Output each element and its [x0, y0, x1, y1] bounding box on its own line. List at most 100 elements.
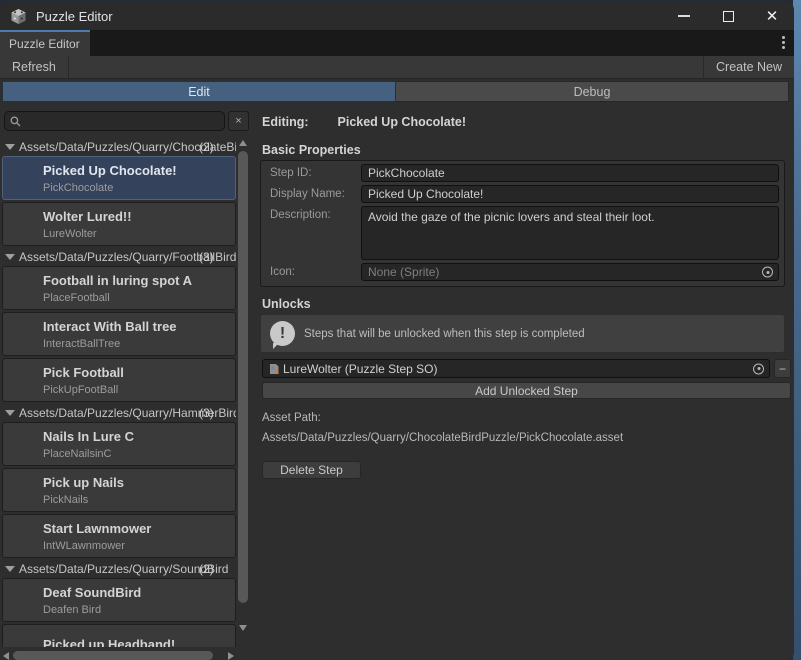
unlocked-step-object-field[interactable]: LureWolter (Puzzle Step SO): [262, 359, 770, 378]
step-item-title: Pick Football: [43, 365, 235, 380]
asset-group-header[interactable]: Assets/Data/Puzzles/Quarry/HammerBird (3…: [2, 404, 236, 421]
unlocks-help-text: Steps that will be unlocked when this st…: [304, 328, 585, 340]
description-input[interactable]: [361, 206, 779, 260]
refresh-label: Refresh: [12, 60, 56, 74]
unlocks-title: Unlocks: [262, 297, 311, 311]
step-id-input[interactable]: [361, 164, 779, 182]
puzzle-step-item[interactable]: Nails In Lure C PlaceNailsinC: [2, 422, 236, 466]
puzzle-step-item[interactable]: Interact With Ball tree InteractBallTree: [2, 312, 236, 356]
scroll-down-icon[interactable]: [239, 625, 247, 631]
add-unlocked-step-label: Add Unlocked Step: [475, 384, 578, 398]
step-item-title: Deaf SoundBird: [43, 585, 235, 600]
step-item-id: PickNails: [43, 494, 235, 506]
icon-object-value: None (Sprite): [368, 265, 439, 279]
scroll-up-icon[interactable]: [239, 140, 247, 146]
info-bubble-icon: !: [270, 321, 295, 346]
basic-properties-title: Basic Properties: [262, 143, 361, 157]
scroll-right-icon[interactable]: [228, 652, 234, 660]
unlocked-step-name: LureWolter (Puzzle Step SO): [283, 362, 438, 376]
object-picker-icon[interactable]: [762, 267, 773, 278]
refresh-button[interactable]: Refresh: [0, 56, 69, 78]
debug-tab-label: Debug: [574, 85, 611, 99]
editing-label: Editing:: [262, 115, 309, 129]
asset-group-header[interactable]: Assets/Data/Puzzles/Quarry/ChocolateBird…: [2, 138, 236, 155]
step-item-title: Interact With Ball tree: [43, 319, 235, 334]
asset-group: Assets/Data/Puzzles/Quarry/ChocolateBird…: [2, 138, 236, 246]
search-input[interactable]: [4, 111, 225, 131]
minimize-button[interactable]: [662, 2, 706, 30]
basic-properties-group: Step ID: Display Name: Description: Icon…: [260, 160, 785, 287]
tab-menu-button[interactable]: [782, 36, 785, 49]
create-new-button[interactable]: Create New: [703, 56, 794, 78]
asset-group-header[interactable]: Assets/Data/Puzzles/Quarry/SoundBird (2): [2, 560, 236, 577]
step-item-title: Pick up Nails: [43, 475, 235, 490]
search-icon: [10, 116, 21, 127]
vertical-scrollbar-thumb[interactable]: [238, 151, 248, 603]
step-item-title: Picked Up Chocolate!: [43, 163, 235, 178]
step-item-id: LureWolter: [43, 228, 235, 240]
step-editor-panel: Editing: Picked Up Chocolate! Basic Prope…: [250, 103, 793, 660]
minimize-icon: [678, 15, 690, 17]
app-dice-icon: [10, 8, 27, 25]
icon-label: Icon:: [261, 263, 361, 278]
main-area: × Assets/Data/Puzzles/Quarry/ChocolateBi…: [0, 103, 794, 660]
step-item-title: Picked up Headband!: [43, 637, 235, 648]
step-item-id: PickUpFootBall: [43, 384, 235, 396]
puzzle-step-item[interactable]: Start Lawnmower IntWLawnmower: [2, 514, 236, 558]
asset-group-count: (3): [199, 250, 214, 264]
step-item-id: PickChocolate: [43, 182, 235, 194]
horizontal-scrollbar-thumb[interactable]: [13, 651, 213, 660]
puzzle-step-item[interactable]: Picked up Headband!: [2, 624, 236, 647]
icon-object-field[interactable]: None (Sprite): [361, 263, 779, 281]
step-item-id: IntWLawnmower: [43, 540, 235, 552]
remove-unlocked-step-button[interactable]: −: [774, 359, 791, 378]
step-item-id: Deafen Bird: [43, 604, 235, 616]
search-clear-button[interactable]: ×: [228, 111, 249, 131]
mode-tabs: Edit Debug: [2, 81, 789, 102]
foldout-triangle-icon: [5, 566, 15, 572]
asset-path-label: Asset Path:: [262, 412, 321, 424]
step-item-title: Nails In Lure C: [43, 429, 235, 444]
scriptable-object-icon: [268, 363, 280, 375]
puzzle-step-item[interactable]: Picked Up Chocolate! PickChocolate: [2, 156, 236, 200]
add-unlocked-step-button[interactable]: Add Unlocked Step: [262, 382, 791, 399]
asset-group-header[interactable]: Assets/Data/Puzzles/Quarry/FootballBird …: [2, 248, 236, 265]
toolbar: Refresh Create New: [0, 56, 794, 79]
title-bar[interactable]: Puzzle Editor ✕: [0, 2, 794, 30]
asset-group: Assets/Data/Puzzles/Quarry/FootballBird …: [2, 248, 236, 402]
scroll-left-icon[interactable]: [3, 652, 9, 660]
delete-step-button[interactable]: Delete Step: [262, 461, 361, 479]
puzzle-step-item[interactable]: Pick up Nails PickNails: [2, 468, 236, 512]
asset-group-count: (2): [199, 562, 214, 576]
foldout-triangle-icon: [5, 410, 15, 416]
display-name-label: Display Name:: [261, 185, 361, 200]
step-id-label: Step ID:: [261, 164, 361, 179]
edit-tab-label: Edit: [188, 85, 210, 99]
x-icon: ×: [235, 115, 241, 127]
close-button[interactable]: ✕: [750, 2, 794, 30]
vertical-scrollbar[interactable]: [237, 137, 250, 647]
tab-edit[interactable]: Edit: [2, 81, 396, 102]
asset-group: Assets/Data/Puzzles/Quarry/SoundBird (2)…: [2, 560, 236, 647]
puzzle-step-item[interactable]: Deaf SoundBird Deafen Bird: [2, 578, 236, 622]
delete-step-label: Delete Step: [280, 463, 343, 477]
display-name-input[interactable]: [361, 185, 779, 203]
horizontal-scrollbar[interactable]: [2, 650, 236, 660]
maximize-button[interactable]: [706, 2, 750, 30]
asset-group: Assets/Data/Puzzles/Quarry/HammerBird (3…: [2, 404, 236, 558]
search-field[interactable]: [21, 114, 219, 128]
asset-group-count: (3): [199, 406, 214, 420]
step-item-title: Wolter Lured!!: [43, 209, 235, 224]
puzzle-step-item[interactable]: Pick Football PickUpFootBall: [2, 358, 236, 402]
unlocked-step-row: LureWolter (Puzzle Step SO) −: [262, 359, 791, 378]
editing-value: Picked Up Chocolate!: [338, 115, 467, 129]
step-item-id: InteractBallTree: [43, 338, 235, 350]
minus-icon: −: [779, 362, 786, 376]
tab-debug[interactable]: Debug: [396, 81, 789, 102]
step-item-title: Start Lawnmower: [43, 521, 235, 536]
puzzle-step-item[interactable]: Wolter Lured!! LureWolter: [2, 202, 236, 246]
object-picker-icon[interactable]: [753, 363, 764, 374]
tab-puzzle-editor[interactable]: Puzzle Editor: [0, 30, 90, 56]
desktop-edge-strip: [793, 0, 801, 660]
puzzle-step-item[interactable]: Football in luring spot A PlaceFootball: [2, 266, 236, 310]
